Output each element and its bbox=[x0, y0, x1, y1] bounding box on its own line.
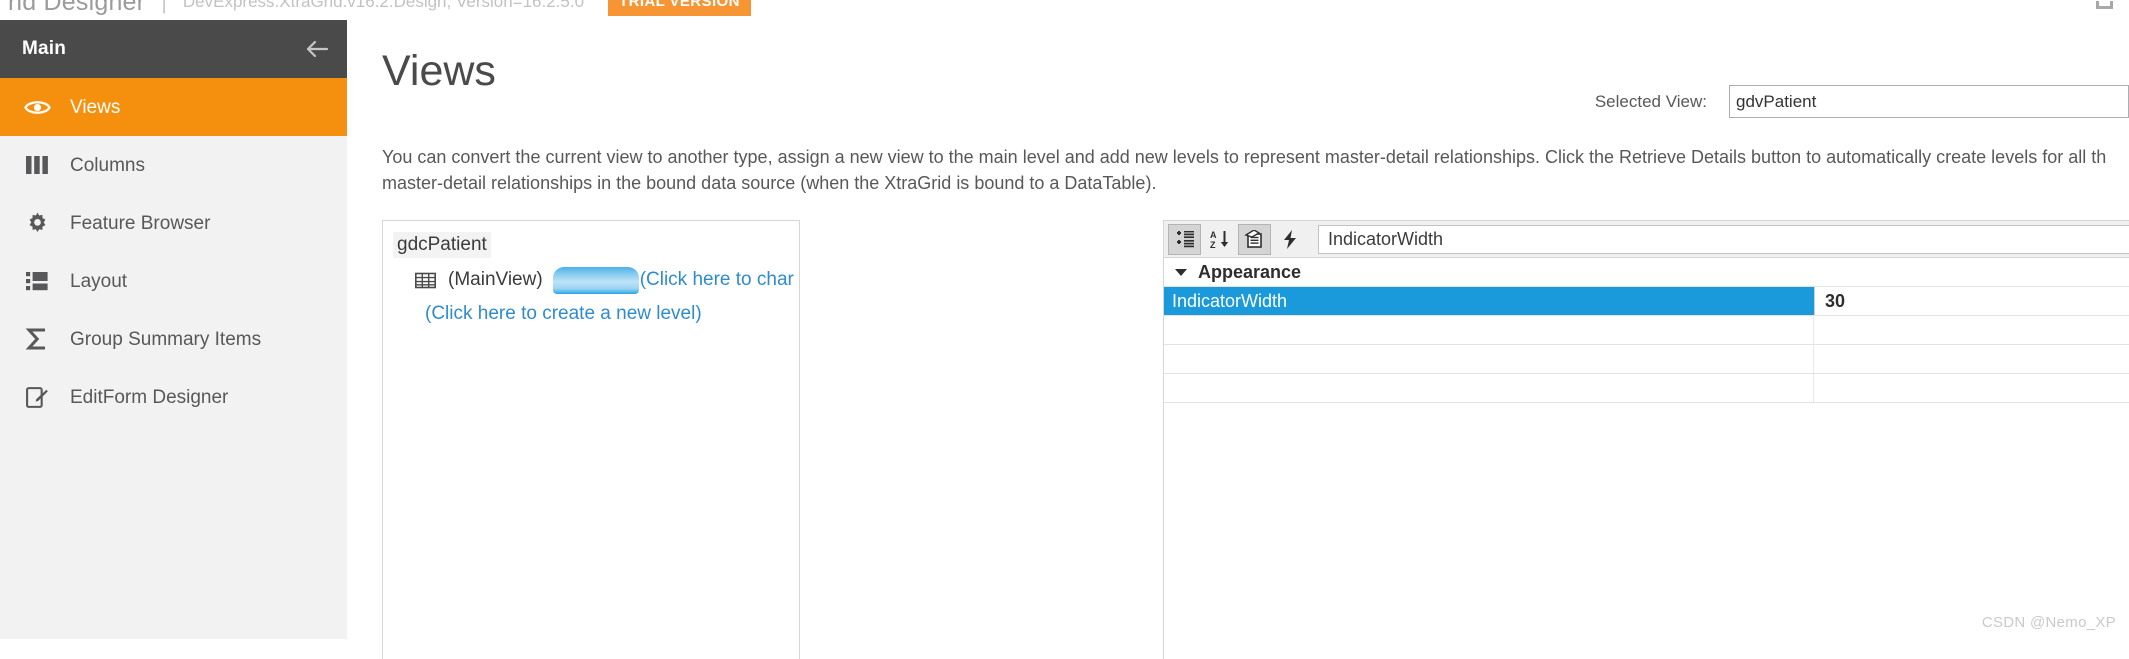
property-row-name: IndicatorWidth bbox=[1164, 287, 1814, 315]
redacted-view-name bbox=[552, 266, 639, 294]
svg-text:A: A bbox=[1210, 230, 1217, 240]
property-row-empty bbox=[1164, 345, 2129, 374]
restore-window-icon[interactable] bbox=[2094, 1, 2116, 20]
sigma-icon bbox=[22, 324, 52, 354]
sidebar-header: Main bbox=[0, 20, 347, 78]
svg-text:Z: Z bbox=[1210, 240, 1216, 249]
sidebar-item-label: Feature Browser bbox=[70, 212, 211, 234]
layout-icon bbox=[22, 266, 52, 296]
alphabetical-sort-icon[interactable]: A Z bbox=[1203, 224, 1236, 255]
trial-version-badge: TRIAL VERSION bbox=[608, 0, 751, 16]
view-levels-tree-panel: gdcPatient (MainView) (Click here to cha… bbox=[382, 220, 800, 659]
triangle-down-icon[interactable] bbox=[1172, 268, 1190, 276]
selected-view-group: Selected View: bbox=[1595, 85, 2129, 118]
page-description: You can convert the current view to anot… bbox=[382, 147, 2107, 194]
sidebar-item-label: Columns bbox=[70, 154, 145, 176]
property-category-label: Appearance bbox=[1198, 261, 1302, 282]
selected-view-input[interactable] bbox=[1729, 85, 2129, 118]
gear-icon bbox=[22, 208, 52, 238]
categorized-view-icon[interactable] bbox=[1168, 223, 1201, 255]
sidebar: Main Views Columns Feature Browser Layou… bbox=[0, 20, 347, 639]
title-separator: | bbox=[161, 0, 167, 14]
create-new-level-link[interactable]: (Click here to create a new level) bbox=[425, 303, 702, 325]
property-row-empty bbox=[1164, 374, 2129, 403]
property-category-appearance[interactable]: Appearance bbox=[1164, 258, 2129, 287]
property-row-empty bbox=[1164, 316, 2129, 345]
tree-main-view-label: (MainView) bbox=[448, 269, 543, 291]
sidebar-item-feature-browser[interactable]: Feature Browser bbox=[0, 194, 347, 252]
main-content: Views Selected View: You can convert the… bbox=[347, 20, 2129, 659]
property-name-field[interactable]: IndicatorWidth bbox=[1318, 224, 2129, 254]
sidebar-item-label: Group Summary Items bbox=[70, 328, 262, 350]
eye-icon bbox=[22, 92, 52, 122]
sidebar-item-label: Layout bbox=[70, 270, 128, 292]
sidebar-title: Main bbox=[22, 38, 67, 59]
assembly-name: DevExpress.XtraGrid.v16.2.Design, Versio… bbox=[182, 0, 585, 11]
columns-icon bbox=[22, 150, 52, 180]
sidebar-item-label: EditForm Designer bbox=[70, 386, 229, 408]
selected-view-label: Selected View: bbox=[1594, 91, 1707, 111]
arrow-left-icon[interactable] bbox=[289, 20, 347, 78]
sidebar-item-group-summary-items[interactable]: Group Summary Items bbox=[0, 310, 347, 368]
window-titlebar: rid Designer | DevExpress.XtraGrid.v16.2… bbox=[0, 0, 2129, 20]
property-pages-icon[interactable] bbox=[1238, 223, 1271, 255]
change-view-type-link[interactable]: (Click here to char bbox=[640, 269, 794, 291]
edit-pencil-icon bbox=[22, 382, 52, 412]
property-grid-panel: A Z IndicatorWidth Appearance IndicatorW… bbox=[1163, 220, 2129, 659]
lightning-events-icon[interactable] bbox=[1273, 224, 1306, 255]
app-title: rid Designer bbox=[8, 0, 146, 16]
sidebar-item-columns[interactable]: Columns bbox=[0, 136, 347, 194]
property-row-indicatorwidth[interactable]: IndicatorWidth 30 bbox=[1164, 287, 2129, 316]
page-title: Views bbox=[382, 47, 496, 95]
tree-root-node[interactable]: gdcPatient bbox=[393, 232, 491, 258]
sidebar-item-editform-designer[interactable]: EditForm Designer bbox=[0, 368, 347, 426]
property-row-value[interactable]: 30 bbox=[1814, 287, 2129, 315]
sidebar-item-layout[interactable]: Layout bbox=[0, 252, 347, 310]
grid-table-icon bbox=[415, 270, 436, 291]
sidebar-item-label: Views bbox=[70, 96, 121, 118]
sidebar-item-views[interactable]: Views bbox=[0, 78, 347, 136]
tree-row[interactable]: (MainView) (Click here to char bbox=[415, 266, 799, 294]
watermark: CSDN @Nemo_XP bbox=[1981, 614, 2116, 631]
property-grid-toolbar: A Z IndicatorWidth bbox=[1164, 221, 2129, 258]
